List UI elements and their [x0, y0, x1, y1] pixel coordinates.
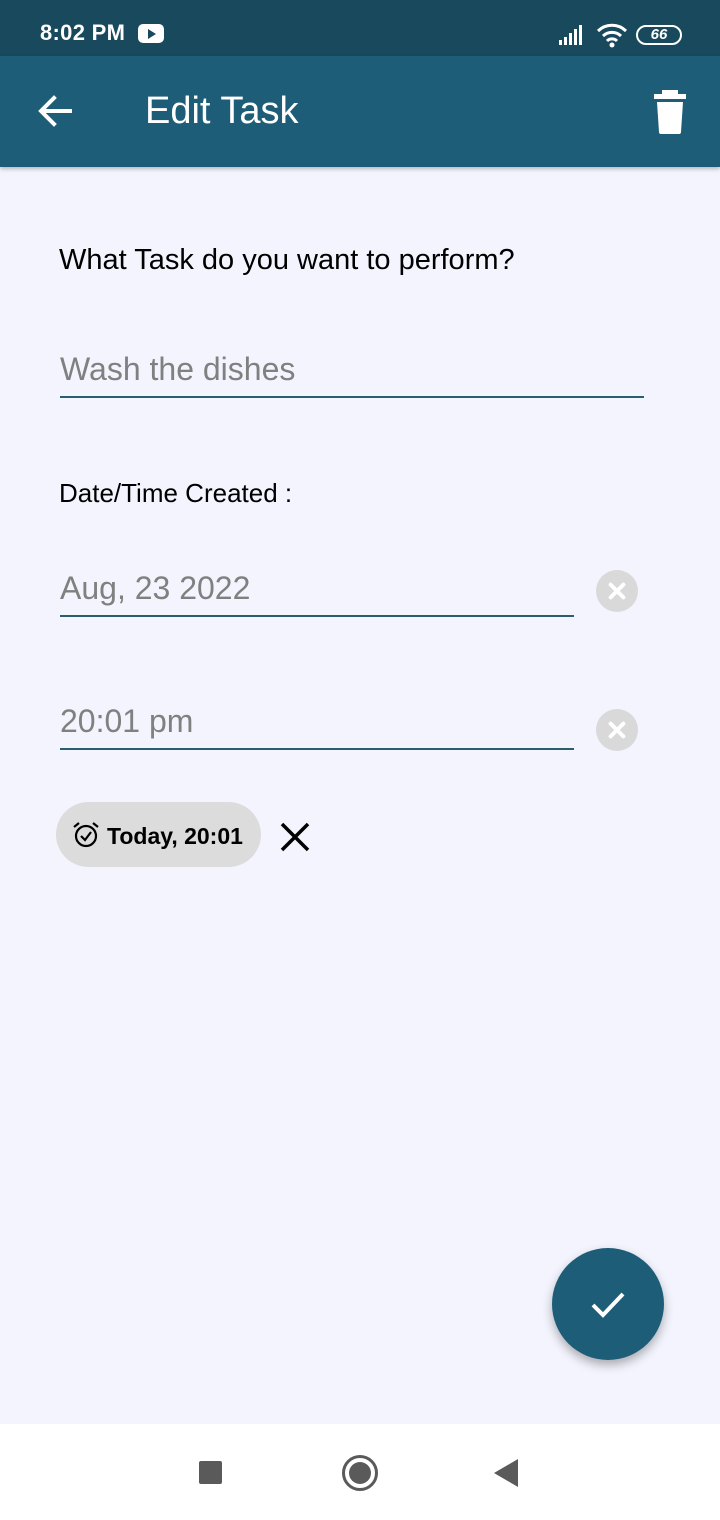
back-triangle-icon[interactable]	[494, 1459, 518, 1487]
status-bar: 8:02 PM 66	[0, 0, 720, 56]
battery-icon: 66	[636, 25, 682, 45]
datetime-created-label: Date/Time Created :	[59, 478, 293, 508]
clear-date-icon[interactable]	[596, 570, 638, 612]
date-input[interactable]: Aug, 23 2022	[60, 556, 574, 617]
alarm-icon	[73, 822, 99, 848]
recents-square-icon[interactable]	[199, 1461, 222, 1484]
close-icon[interactable]	[278, 820, 312, 854]
system-nav-bar	[0, 1424, 720, 1520]
reminder-chip[interactable]: Today, 20:01	[56, 802, 261, 867]
task-input[interactable]: Wash the dishes	[60, 330, 644, 398]
signal-icon	[559, 25, 582, 45]
check-icon	[591, 1292, 625, 1318]
wifi-icon	[596, 23, 628, 48]
date-input-text: Aug, 23 2022	[60, 570, 251, 606]
page-title: Edit Task	[145, 90, 299, 132]
time-input-text: 20:01 pm	[60, 703, 194, 739]
save-fab-button[interactable]	[552, 1248, 664, 1360]
task-input-text: Wash the dishes	[60, 351, 296, 387]
back-arrow-icon[interactable]	[30, 86, 80, 136]
status-time: 8:02 PM	[40, 20, 126, 45]
youtube-icon	[138, 24, 164, 43]
reminder-chip-label: Today, 20:01	[107, 823, 243, 849]
time-input[interactable]: 20:01 pm	[60, 690, 574, 750]
trash-icon[interactable]	[648, 86, 692, 136]
clear-time-icon[interactable]	[596, 709, 638, 751]
task-question: What Task do you want to perform?	[59, 244, 515, 276]
app-bar: Edit Task	[0, 56, 720, 167]
home-circle-icon[interactable]	[342, 1455, 378, 1491]
